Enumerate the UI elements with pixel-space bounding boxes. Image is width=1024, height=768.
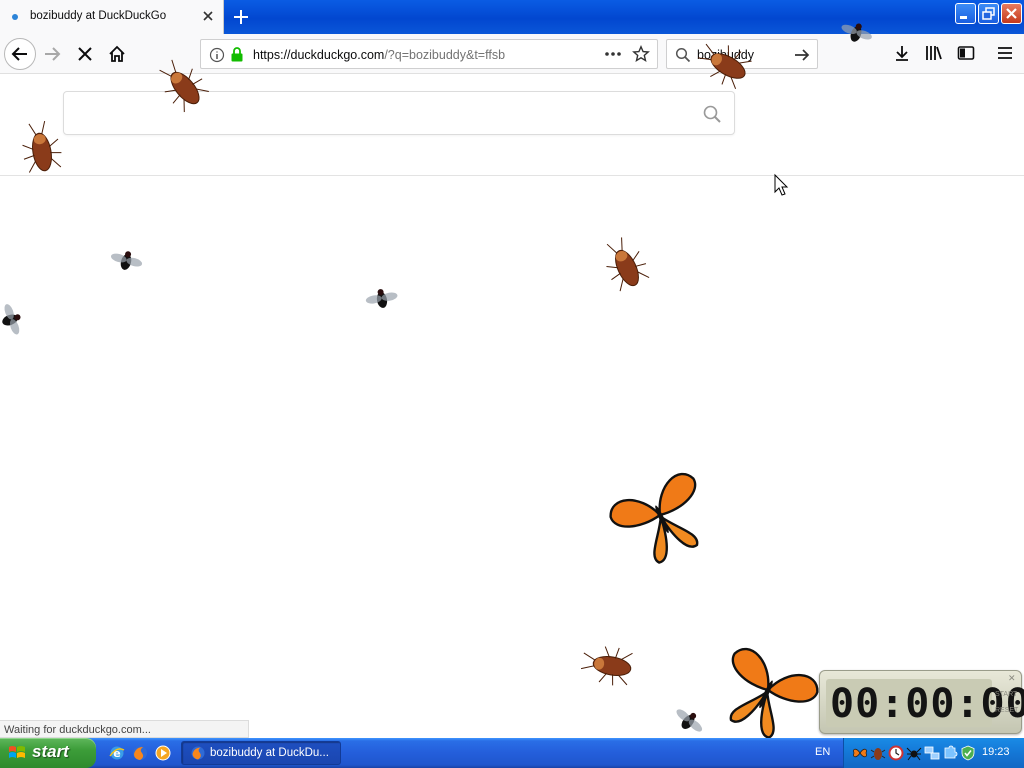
ie-icon[interactable]: e bbox=[108, 744, 126, 762]
taskbar-item-label: bozibuddy at DuckDu... bbox=[210, 747, 329, 759]
go-arrow-icon[interactable] bbox=[793, 46, 811, 64]
header-divider bbox=[0, 175, 1024, 176]
star-icon[interactable] bbox=[632, 45, 650, 63]
stopwatch-reset-button[interactable]: RESET bbox=[995, 707, 1018, 714]
stop-button[interactable] bbox=[70, 39, 100, 69]
library-icon[interactable] bbox=[924, 43, 944, 63]
minimize-button[interactable] bbox=[955, 3, 976, 24]
page-content: Waiting for duckduckgo.com... bbox=[0, 75, 1024, 738]
home-icon bbox=[109, 45, 125, 62]
taskbar: start e bozibuddy at DuckDu... EN 19:23 bbox=[0, 738, 1024, 768]
search-bar[interactable]: bozibuddy bbox=[666, 39, 818, 69]
status-text: Waiting for duckduckgo.com... bbox=[0, 720, 249, 738]
clock-app-icon[interactable] bbox=[888, 745, 904, 761]
search-bar-text: bozibuddy bbox=[697, 48, 754, 62]
navigation-toolbar: https://duckduckgo.com/?q=bozibuddy&t=ff… bbox=[0, 34, 1024, 74]
puzzle-icon[interactable] bbox=[942, 745, 958, 761]
firefox-icon bbox=[191, 746, 205, 760]
url-path: /?q=bozibuddy&t=ffsb bbox=[384, 48, 506, 62]
media-player-icon[interactable] bbox=[154, 744, 172, 762]
sidebar-icon[interactable] bbox=[956, 43, 976, 63]
lock-icon[interactable] bbox=[229, 46, 245, 63]
language-indicator[interactable]: EN bbox=[815, 746, 830, 758]
taskbar-item-firefox[interactable]: bozibuddy at DuckDu... bbox=[181, 741, 341, 765]
close-window-button[interactable] bbox=[1001, 3, 1022, 24]
spider-icon[interactable] bbox=[906, 745, 922, 761]
tab-loading-icon bbox=[12, 14, 18, 20]
start-label: start bbox=[32, 742, 69, 761]
stopwatch-widget[interactable]: 00:00:00 ✕ START RESET bbox=[819, 670, 1024, 734]
stop-icon bbox=[78, 47, 92, 61]
stopwatch-close-button[interactable]: ✕ bbox=[1008, 673, 1016, 684]
url-host: https://duckduckgo.com bbox=[253, 48, 385, 62]
security-shield-icon[interactable] bbox=[960, 745, 976, 761]
forward-button[interactable] bbox=[38, 39, 68, 69]
title-bar: bozibuddy at DuckDuckGo bbox=[0, 0, 1024, 34]
restore-button[interactable] bbox=[978, 3, 999, 24]
network-icon[interactable] bbox=[924, 745, 940, 761]
menu-icon[interactable] bbox=[995, 43, 1015, 63]
info-icon[interactable] bbox=[209, 47, 225, 63]
new-tab-icon[interactable] bbox=[230, 6, 252, 28]
back-button[interactable] bbox=[4, 38, 36, 70]
taskbar-clock[interactable]: 19:23 bbox=[982, 746, 1010, 758]
home-button[interactable] bbox=[102, 39, 132, 69]
stopwatch-time: 00:00:00 bbox=[830, 681, 1024, 727]
back-icon bbox=[11, 47, 27, 61]
start-button[interactable]: start bbox=[0, 738, 96, 768]
windows-flag-icon bbox=[9, 746, 25, 758]
download-icon[interactable] bbox=[892, 43, 912, 63]
firefox-icon[interactable] bbox=[131, 744, 149, 762]
stopwatch-start-button[interactable]: START bbox=[995, 691, 1017, 698]
url-text[interactable]: https://duckduckgo.com/?q=bozibuddy&t=ff… bbox=[253, 48, 505, 62]
close-tab-icon[interactable] bbox=[200, 8, 216, 24]
stopwatch-display: 00:00:00 bbox=[826, 679, 1024, 727]
tab-bozibuddy[interactable]: bozibuddy at DuckDuckGo bbox=[0, 0, 224, 34]
cockroach-icon[interactable] bbox=[870, 745, 886, 761]
search-input[interactable] bbox=[63, 91, 735, 135]
url-bar[interactable]: https://duckduckgo.com/?q=bozibuddy&t=ff… bbox=[200, 39, 658, 69]
search-icon[interactable] bbox=[702, 104, 722, 124]
forward-icon bbox=[45, 47, 61, 61]
butterfly-icon[interactable] bbox=[852, 745, 868, 761]
search-icon bbox=[675, 47, 691, 63]
tab-title: bozibuddy at DuckDuckGo bbox=[30, 10, 167, 22]
system-tray: 19:23 bbox=[843, 738, 1024, 768]
more-icon[interactable] bbox=[603, 46, 623, 62]
